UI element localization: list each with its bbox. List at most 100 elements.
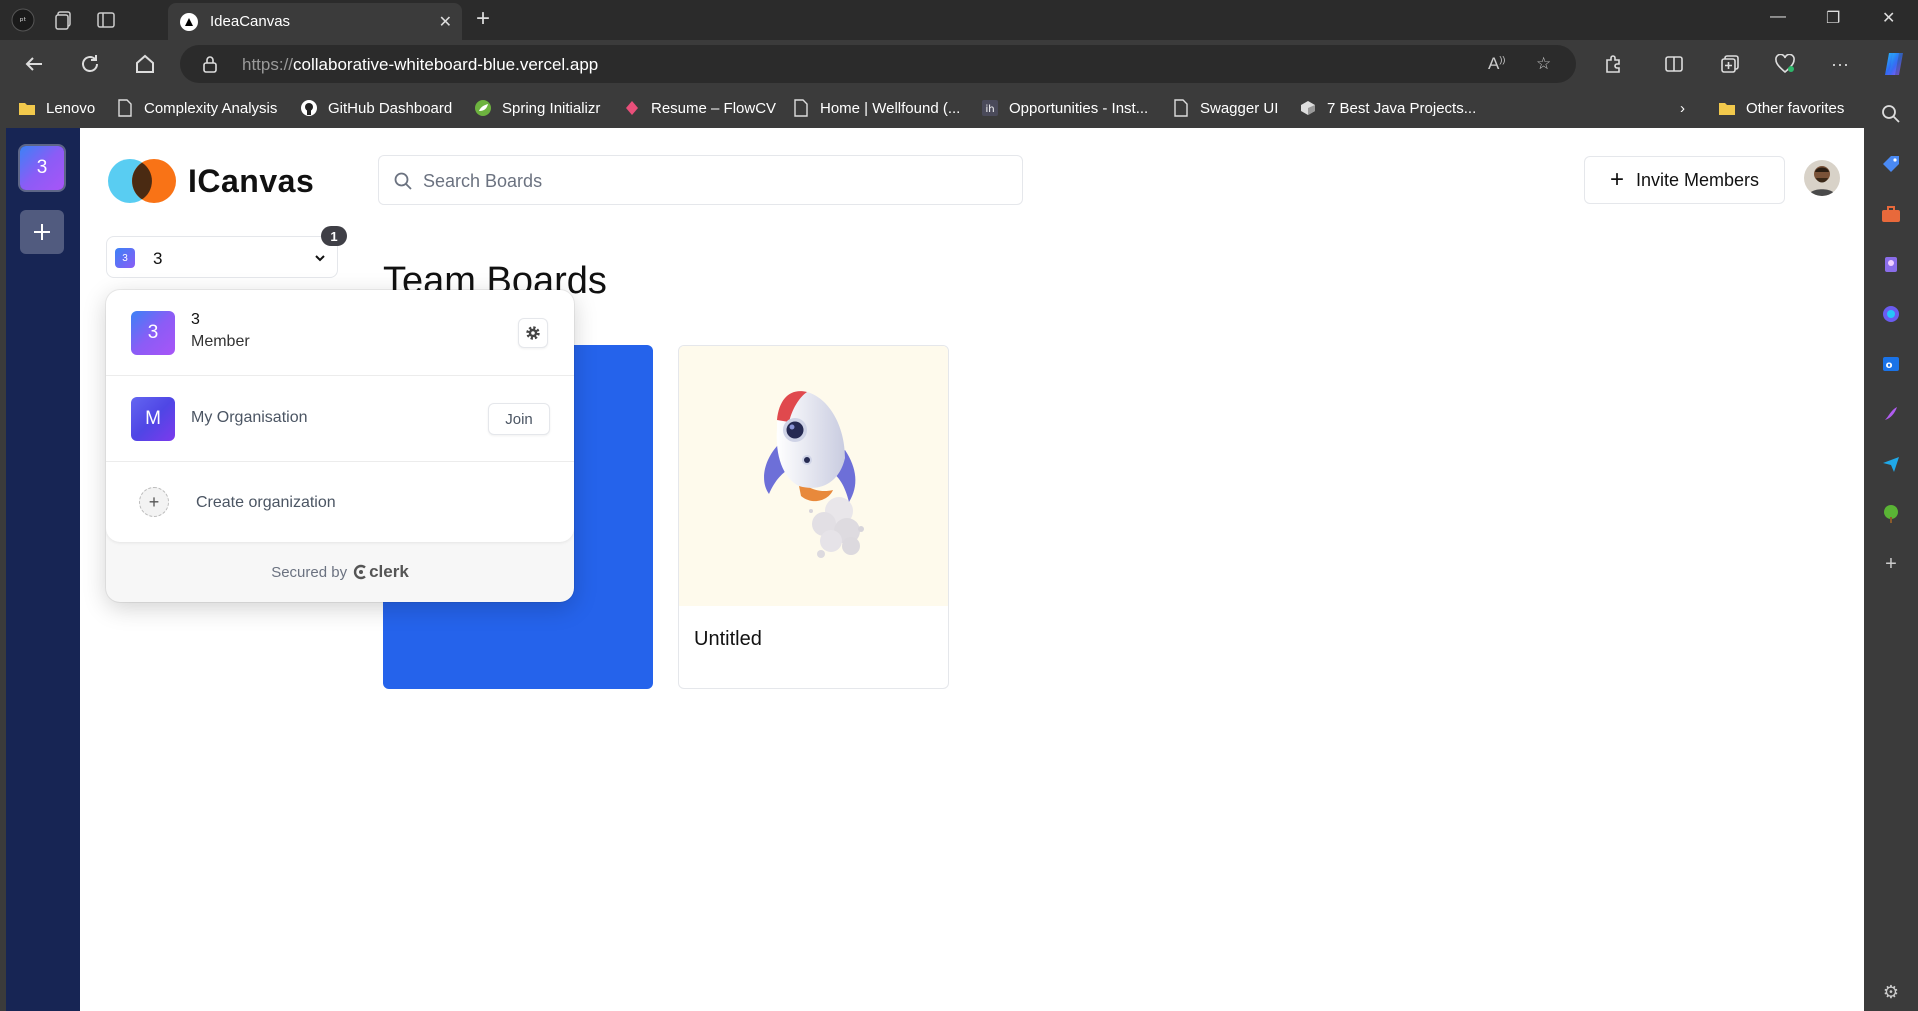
bookmark-wellfound[interactable]: Home | Wellfound (... <box>792 98 960 118</box>
bookmark-label: Home | Wellfound (... <box>820 99 961 117</box>
bookmark-java-projects[interactable]: 7 Best Java Projects... <box>1299 98 1476 118</box>
url-text[interactable]: https://collaborative-whiteboard-blue.ve… <box>242 55 598 75</box>
folder-icon <box>18 99 36 117</box>
copilot-icon[interactable] <box>1880 50 1908 78</box>
folder-icon <box>1718 99 1736 117</box>
browser-essentials-icon[interactable] <box>1773 52 1797 76</box>
tab-close-icon[interactable]: ✕ <box>439 12 452 32</box>
plus-icon: + <box>139 487 169 517</box>
outlook-icon[interactable]: o <box>1879 352 1903 376</box>
bookmark-flowcv[interactable]: Resume – FlowCV <box>623 98 776 118</box>
bookmark-spring-initializr[interactable]: Spring Initializr <box>474 98 600 118</box>
org-switcher[interactable]: 3 3 <box>106 236 338 278</box>
active-tab[interactable]: IdeaCanvas ✕ <box>168 3 462 40</box>
clerk-logo-icon <box>353 564 366 580</box>
collections-icon[interactable] <box>1718 52 1742 76</box>
join-button[interactable]: Join <box>488 403 550 435</box>
bookmark-opportunities[interactable]: ih Opportunities - Inst... <box>981 98 1148 118</box>
copilot-sidebar-icon[interactable] <box>1879 302 1903 326</box>
bookmark-other-favorites[interactable]: Other favorites <box>1718 98 1844 118</box>
cube-icon <box>1299 99 1317 117</box>
more-menu-icon[interactable]: ··· <box>1828 52 1852 76</box>
bookmark-complexity-analysis[interactable]: Complexity Analysis <box>116 98 277 118</box>
bookmarks-overflow-chevron-icon[interactable]: › <box>1680 98 1685 118</box>
tools-icon[interactable] <box>1879 202 1903 226</box>
bookmarks-bar: Lenovo Complexity Analysis GitHub Dashbo… <box>0 88 1918 128</box>
clerk-logo[interactable]: clerk <box>353 562 409 582</box>
plus-icon: + <box>1609 166 1624 193</box>
sidebar-settings-icon[interactable]: ⚙ <box>1879 980 1903 1004</box>
page-icon <box>1172 99 1190 117</box>
bookmark-swagger-ui[interactable]: Swagger UI <box>1172 98 1278 118</box>
extensions-icon[interactable] <box>1601 52 1625 76</box>
secured-by-footer: Secured by clerk <box>106 562 574 582</box>
tree-icon[interactable] <box>1879 502 1903 526</box>
logo-mark-icon <box>106 156 178 206</box>
org-avatar: M <box>131 397 175 441</box>
search-input[interactable] <box>423 168 1003 194</box>
invite-members-button[interactable]: + Invite Members <box>1584 156 1785 204</box>
create-organization-row[interactable]: + Create organization <box>106 462 574 542</box>
active-org-role: Member <box>191 333 250 350</box>
bookmark-label: Spring Initializr <box>502 99 601 117</box>
split-screen-icon[interactable] <box>1662 52 1686 76</box>
add-sidebar-icon[interactable]: + <box>1879 552 1903 576</box>
board-card[interactable]: Untitled <box>678 345 949 689</box>
games-icon[interactable] <box>1879 252 1903 276</box>
search-icon[interactable] <box>1879 102 1903 126</box>
workspaces-icon[interactable] <box>51 7 77 33</box>
rail-add-org-button[interactable] <box>20 210 64 254</box>
url-bar[interactable]: https://collaborative-whiteboard-blue.ve… <box>180 45 1576 83</box>
minimize-icon[interactable]: — <box>1770 8 1786 26</box>
back-icon[interactable] <box>20 50 48 78</box>
spring-icon <box>474 99 492 117</box>
window-close-icon[interactable]: ✕ <box>1882 8 1895 28</box>
page-icon <box>792 99 810 117</box>
rocket-illustration-icon <box>764 391 864 558</box>
designer-icon[interactable] <box>1879 402 1903 426</box>
bookmark-label: GitHub Dashboard <box>328 99 453 117</box>
svg-text:o: o <box>1886 360 1893 371</box>
org-settings-button[interactable] <box>518 318 548 348</box>
search-box[interactable] <box>378 155 1023 205</box>
active-org-avatar: 3 <box>131 311 175 355</box>
shopping-tag-icon[interactable] <box>1879 152 1903 176</box>
profile-icon[interactable]: ᵖᵗ <box>10 7 36 33</box>
svg-text:ᵖᵗ: ᵖᵗ <box>20 17 27 27</box>
app-root: 3 ICanvas 3 3 1 + Invite Member <box>0 128 1864 1011</box>
read-aloud-icon[interactable]: A)) <box>1488 54 1505 74</box>
browser-address-bar: https://collaborative-whiteboard-blue.ve… <box>0 40 1918 88</box>
bookmark-github-dashboard[interactable]: GitHub Dashboard <box>300 98 452 118</box>
app-logo[interactable]: ICanvas <box>106 156 314 206</box>
bookmark-label: Swagger UI <box>1200 99 1279 117</box>
vertical-tabs-icon[interactable] <box>93 7 119 33</box>
bookmark-label: Other favorites <box>1746 99 1845 117</box>
org-dropdown-list: 3 3 Member M My Organisation Join + Crea… <box>106 290 574 542</box>
rail-org-avatar[interactable]: 3 <box>20 146 64 190</box>
board-title: Untitled <box>694 628 762 650</box>
github-icon <box>300 99 318 117</box>
logo-text: ICanvas <box>188 162 315 199</box>
org-switcher-avatar: 3 <box>115 248 135 268</box>
refresh-icon[interactable] <box>76 50 104 78</box>
lock-icon[interactable] <box>202 55 218 73</box>
chevron-down-icon <box>313 251 327 265</box>
bookmark-label: Lenovo <box>46 99 96 117</box>
active-org-row: 3 3 Member <box>106 290 574 376</box>
home-icon[interactable] <box>131 50 159 78</box>
bookmark-lenovo[interactable]: Lenovo <box>18 98 95 118</box>
restore-icon[interactable]: ❐ <box>1826 8 1840 28</box>
send-icon[interactable] <box>1879 452 1903 476</box>
bookmark-label: Resume – FlowCV <box>651 99 777 117</box>
active-org-name: 3 <box>191 311 200 328</box>
create-organization-label: Create organization <box>196 494 336 511</box>
org-list-item[interactable]: M My Organisation Join <box>106 376 574 462</box>
board-thumbnail <box>679 346 948 606</box>
flowcv-icon <box>623 99 641 117</box>
favorite-star-icon[interactable]: ☆ <box>1536 54 1551 74</box>
new-tab-icon[interactable]: + <box>476 7 490 31</box>
bookmark-label: Opportunities - Inst... <box>1009 99 1149 117</box>
vercel-favicon-icon <box>180 13 198 31</box>
org-name: My Organisation <box>191 409 308 426</box>
user-avatar[interactable] <box>1804 160 1840 196</box>
